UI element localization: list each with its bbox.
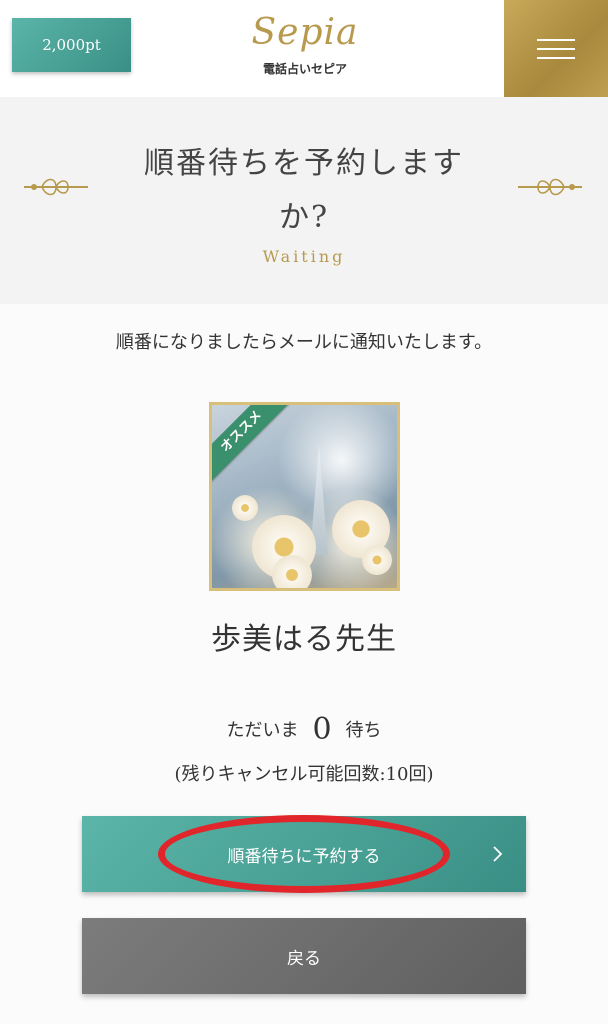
header: 2,000pt Sepia 電話占いセピア: [0, 0, 608, 97]
ornament-flourish-icon: [24, 178, 88, 196]
page-subtitle: Waiting: [262, 247, 346, 266]
waiting-status: ただいま 0 待ち: [0, 712, 608, 747]
logo[interactable]: Sepia 電話占いセピア: [230, 8, 380, 88]
ornament-flourish-icon: [518, 178, 582, 196]
page-title: 順番待ちを予約しますか?: [144, 146, 464, 235]
hamburger-menu-button[interactable]: [504, 0, 608, 97]
reserve-waiting-label: 順番待ちに予約する: [227, 846, 381, 867]
title-band: 順番待ちを予約しますか? Waiting: [0, 97, 608, 304]
reserve-waiting-button[interactable]: 順番待ちに予約する: [82, 816, 526, 892]
cancel-remaining-info: (残りキャンセル可能回数:10回): [174, 764, 434, 785]
fortune-teller-avatar[interactable]: オススメ: [209, 402, 400, 591]
back-button-label: 戻る: [287, 948, 321, 969]
waiting-prefix: ただいま: [226, 720, 299, 741]
hamburger-menu-icon: [537, 32, 575, 66]
chevron-right-icon: [493, 846, 503, 862]
points-label: 2,000pt: [42, 36, 101, 54]
points-button[interactable]: 2,000pt: [12, 18, 131, 72]
logo-script: Sepia: [251, 12, 359, 53]
notice-text: 順番になりましたらメールに通知いたします。: [115, 332, 493, 353]
fortune-teller-name: 歩美はる先生: [211, 622, 397, 657]
waiting-count: 0: [312, 712, 332, 747]
back-button[interactable]: 戻る: [82, 918, 526, 994]
waiting-suffix: 待ち: [345, 720, 382, 741]
logo-subtitle: 電話占いセピア: [262, 62, 347, 76]
recommended-badge: オススメ: [212, 405, 294, 484]
